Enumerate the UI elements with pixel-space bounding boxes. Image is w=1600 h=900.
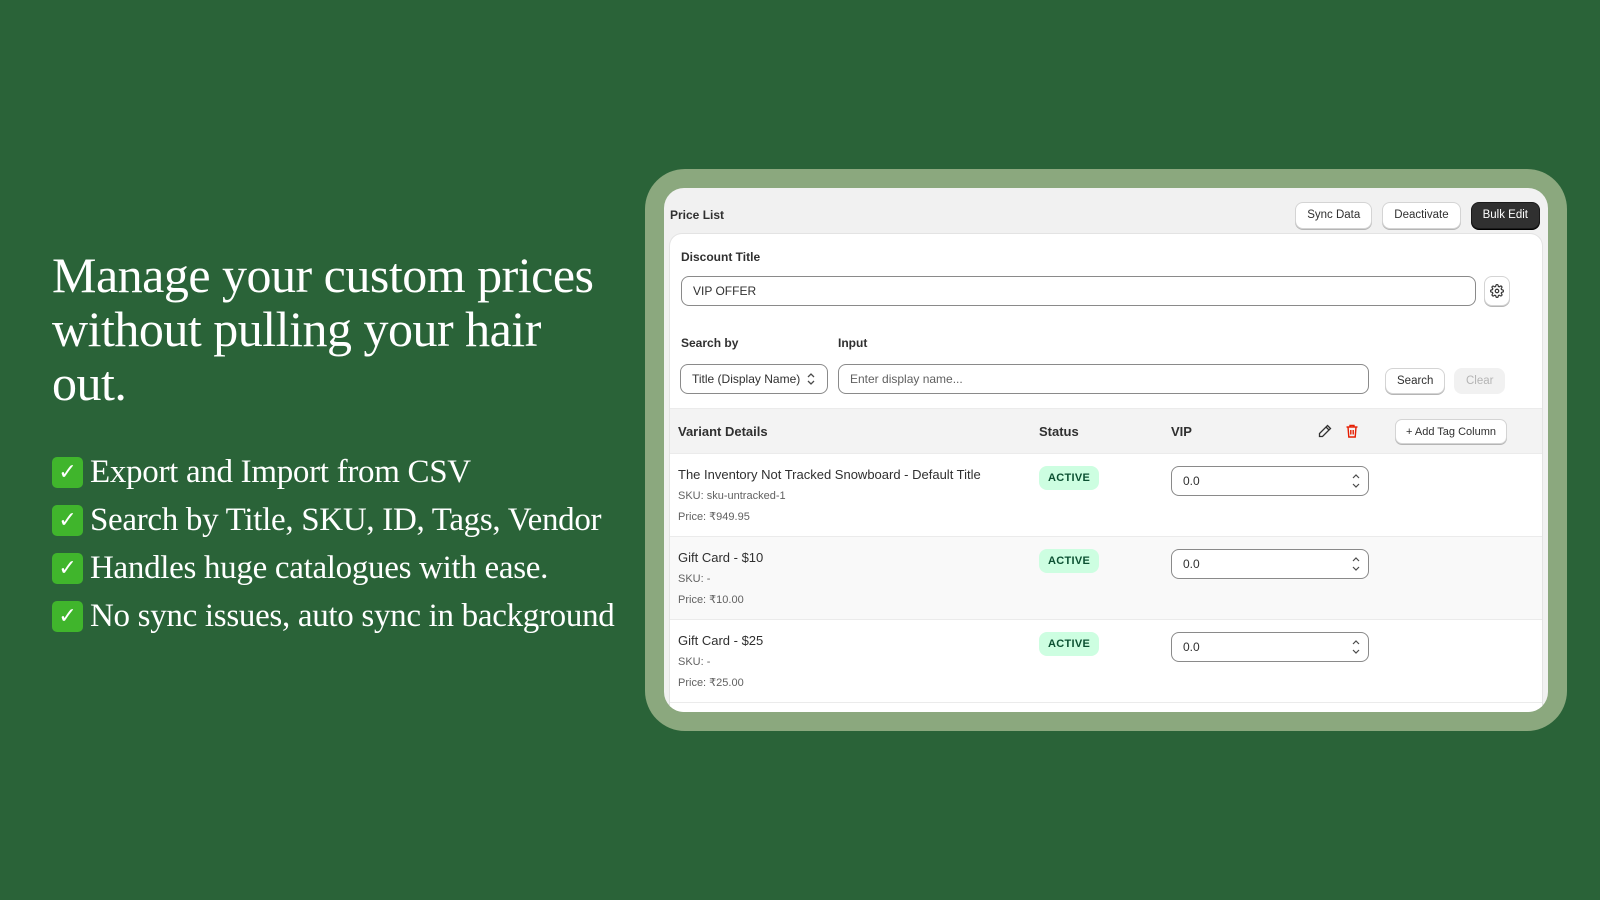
variant-title: Gift Card - $25 xyxy=(678,633,764,648)
variant-price: Price: ₹10.00 xyxy=(678,594,744,606)
price-list-card: Discount Title VIP OFFER Search by Input… xyxy=(670,234,1542,712)
vip-price-input[interactable]: 0.0 xyxy=(1171,549,1369,579)
variant-sku: SKU: - xyxy=(678,656,711,668)
stepper-icon[interactable] xyxy=(1348,470,1364,492)
gear-icon xyxy=(1490,284,1504,298)
table-header: Variant Details Status VIP + Add Tag Col… xyxy=(670,408,1542,454)
deactivate-button[interactable]: Deactivate xyxy=(1382,201,1461,229)
settings-button[interactable] xyxy=(1484,276,1510,306)
vip-header: VIP xyxy=(1171,424,1192,439)
check-mark-icon: ✓ xyxy=(52,552,83,584)
search-by-value: Title (Display Name) xyxy=(692,372,801,386)
feature-text: Export and Import from CSV xyxy=(90,453,471,490)
variant-title: Gift Card - $10 xyxy=(678,550,764,565)
variant-sku: SKU: - xyxy=(678,573,711,585)
check-mark-icon: ✓ xyxy=(52,456,83,488)
bulk-edit-button[interactable]: Bulk Edit xyxy=(1470,201,1540,229)
feature-text: No sync issues, auto sync in background xyxy=(90,597,615,634)
feature-item: ✓ Handles huge catalogues with ease. xyxy=(52,544,614,592)
check-mark-icon: ✓ xyxy=(52,600,83,632)
variant-title: The Inventory Not Tracked Snowboard - De… xyxy=(678,467,981,482)
feature-item: ✓ No sync issues, auto sync in background xyxy=(52,592,615,640)
status-badge: ACTIVE xyxy=(1039,632,1100,656)
table-row: Gift Card - $10 SKU: - Price: ₹10.00 ACT… xyxy=(670,537,1542,620)
vip-price-value: 0.0 xyxy=(1183,557,1200,571)
input-label: Input xyxy=(838,336,868,350)
table-row: The Inventory Not Tracked Snowboard - De… xyxy=(670,454,1542,537)
check-mark-icon: ✓ xyxy=(52,504,83,536)
vip-price-input[interactable]: 0.0 xyxy=(1171,466,1369,496)
vip-price-value: 0.0 xyxy=(1183,640,1200,654)
feature-text: Search by Title, SKU, ID, Tags, Vendor xyxy=(90,501,602,538)
feature-item: ✓ Export and Import from CSV xyxy=(52,448,614,496)
vip-price-input[interactable]: 0.0 xyxy=(1171,632,1369,662)
search-by-label: Search by xyxy=(681,336,739,350)
discount-title-label: Discount Title xyxy=(681,250,761,264)
sync-data-button[interactable]: Sync Data xyxy=(1295,201,1373,229)
search-input[interactable]: Enter display name... xyxy=(838,364,1369,394)
feature-list: ✓ Export and Import from CSV ✓ Search by T… xyxy=(52,448,615,640)
app-screen: Price List Sync Data Deactivate Bulk Edi… xyxy=(664,188,1548,712)
variant-price: Price: ₹25.00 xyxy=(678,677,744,689)
status-badge: ACTIVE xyxy=(1039,549,1100,573)
status-header: Status xyxy=(1039,424,1079,439)
trash-icon[interactable] xyxy=(1344,423,1360,439)
search-button[interactable]: Search xyxy=(1385,368,1446,394)
stepper-icon[interactable] xyxy=(1348,636,1364,658)
add-tag-column-button[interactable]: + Add Tag Column xyxy=(1395,419,1507,444)
table-row: Gift Card - $25 SKU: - Price: ₹25.00 ACT… xyxy=(670,620,1542,703)
vip-price-value: 0.0 xyxy=(1183,474,1200,488)
pencil-icon[interactable] xyxy=(1317,423,1333,439)
feature-item: ✓ Search by Title, SKU, ID, Tags, Vendor xyxy=(52,496,614,544)
feature-text: Handles huge catalogues with ease. xyxy=(90,549,549,586)
discount-title-input[interactable]: VIP OFFER xyxy=(681,276,1476,306)
stepper-icon[interactable] xyxy=(1348,553,1364,575)
search-by-select[interactable]: Title (Display Name) xyxy=(680,364,828,394)
headline: Manage your custom prices without pullin… xyxy=(52,247,594,411)
clear-button[interactable]: Clear xyxy=(1454,368,1506,394)
chevron-up-down-icon xyxy=(807,373,815,385)
status-badge: ACTIVE xyxy=(1039,466,1100,490)
page-title: Price List xyxy=(670,208,725,222)
variant-details-header: Variant Details xyxy=(678,424,768,439)
device-frame: Price List Sync Data Deactivate Bulk Edi… xyxy=(645,169,1567,731)
variant-price: Price: ₹949.95 xyxy=(678,511,750,523)
variant-sku: SKU: sku-untracked-1 xyxy=(678,490,786,502)
